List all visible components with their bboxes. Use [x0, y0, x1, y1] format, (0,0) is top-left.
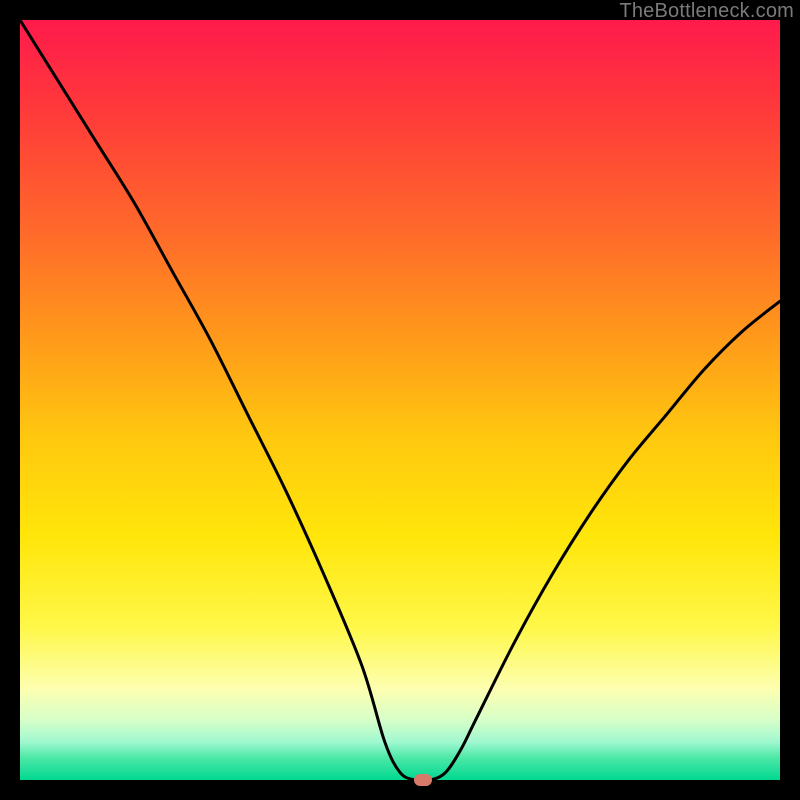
watermark-label: TheBottleneck.com: [619, 0, 794, 23]
chart-frame: TheBottleneck.com: [0, 0, 800, 800]
optimum-marker: [414, 774, 432, 786]
bottleneck-curve: [20, 20, 780, 780]
plot-area: [20, 20, 780, 780]
